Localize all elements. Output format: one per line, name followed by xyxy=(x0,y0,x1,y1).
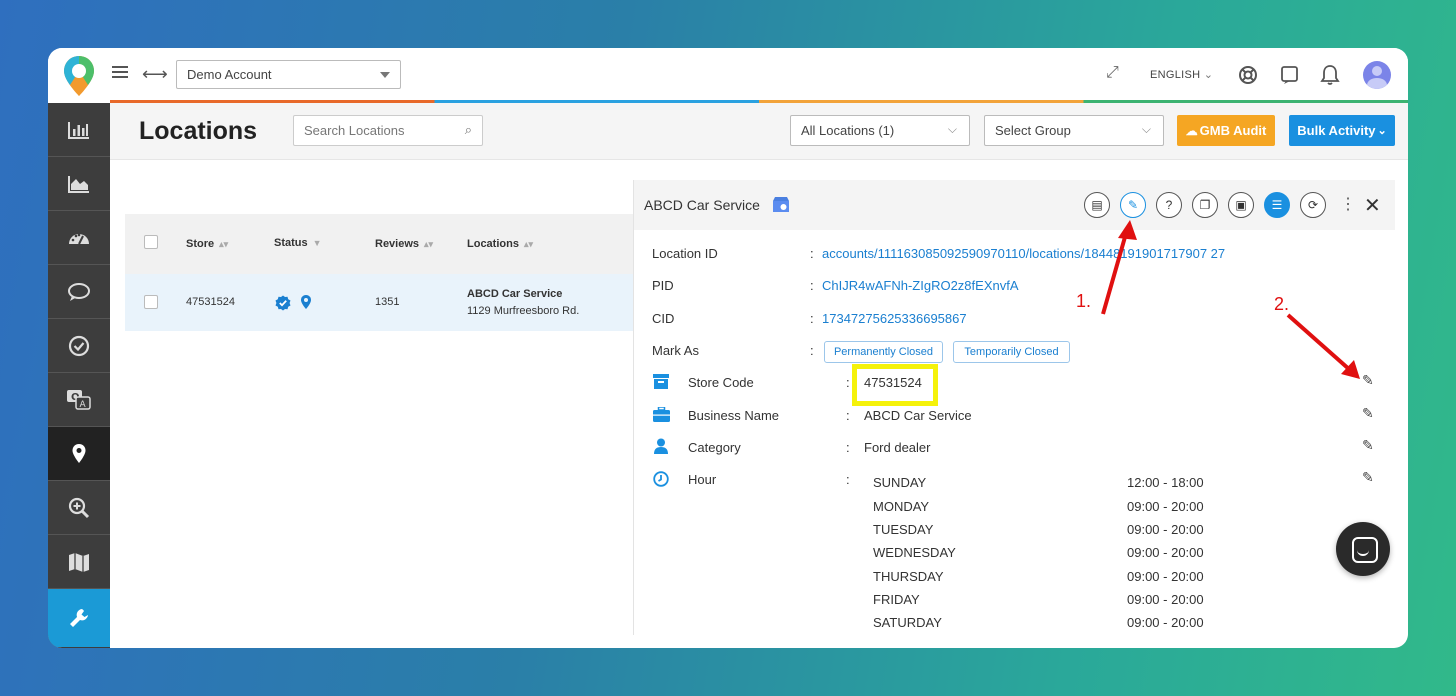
annotation-arrow-2 xyxy=(1286,313,1352,372)
live-chat-button[interactable] xyxy=(1336,522,1390,576)
app-window: ⟷ Demo Account ⤢ ENGLISH ⌄ Q A Locations… xyxy=(48,48,1408,648)
annotation-arrow-1 xyxy=(1101,229,1129,315)
arrow-head-icon xyxy=(1118,220,1137,240)
annotation-arrows xyxy=(1101,220,1360,379)
